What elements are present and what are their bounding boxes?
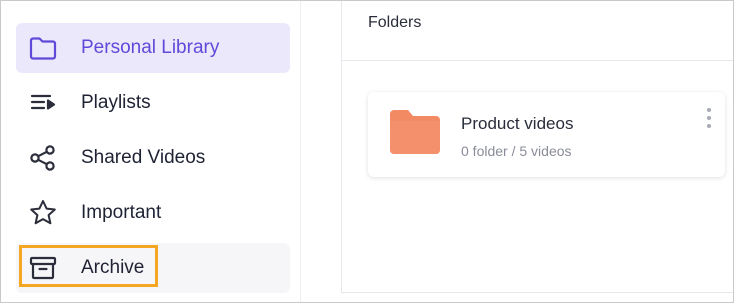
more-dot (707, 108, 711, 112)
sidebar-item-playlists[interactable]: Playlists (16, 78, 290, 128)
more-dot (707, 124, 711, 128)
app-window: Personal Library Playlists Shared Videos… (0, 0, 734, 303)
archive-icon (28, 253, 58, 283)
section-title: Folders (368, 14, 422, 31)
sidebar: Personal Library Playlists Shared Videos… (1, 1, 301, 302)
sidebar-item-label: Important (81, 202, 162, 223)
share-icon (28, 143, 58, 173)
sidebar-item-label: Archive (81, 257, 145, 278)
folder-icon (28, 33, 58, 63)
sidebar-item-archive[interactable]: Archive (16, 243, 290, 293)
playlist-icon (28, 88, 58, 118)
more-options-button[interactable] (703, 108, 715, 128)
folder-name: Product videos (461, 114, 574, 133)
folder-icon (388, 108, 442, 156)
folder-card[interactable]: Product videos 0 folder / 5 videos (368, 92, 725, 177)
section-header: Folders (342, 1, 733, 61)
more-dot (707, 116, 711, 120)
sidebar-item-shared-videos[interactable]: Shared Videos (16, 133, 290, 183)
sidebar-item-important[interactable]: Important (16, 188, 290, 238)
sidebar-item-personal-library[interactable]: Personal Library (16, 23, 290, 73)
folders-panel: Folders Product videos 0 folder / 5 vide… (341, 1, 733, 293)
sidebar-item-label: Playlists (81, 92, 151, 113)
star-icon (28, 198, 58, 228)
sidebar-item-label: Personal Library (81, 37, 220, 58)
folder-meta: 0 folder / 5 videos (461, 143, 572, 159)
sidebar-item-label: Shared Videos (81, 147, 206, 168)
